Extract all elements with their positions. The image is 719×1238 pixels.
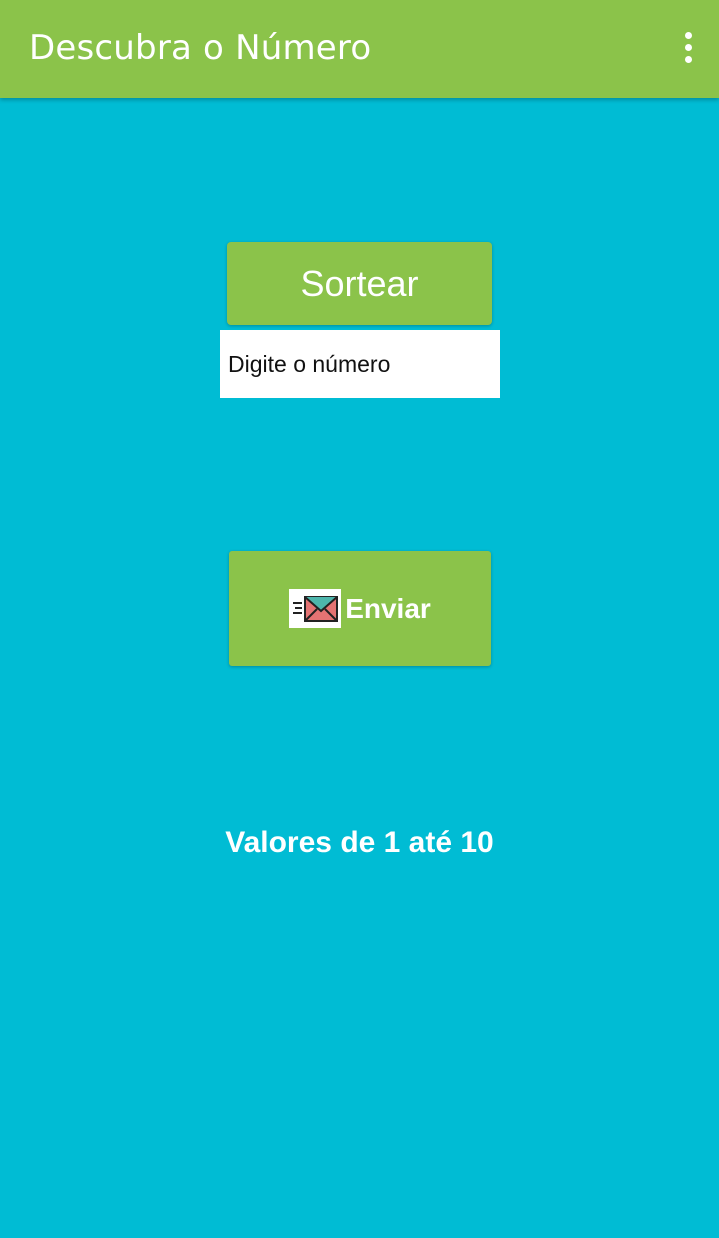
app-bar: Descubra o Número xyxy=(0,0,719,98)
send-mail-icon xyxy=(289,589,342,628)
app-title: Descubra o Número xyxy=(29,28,372,68)
menu-dot xyxy=(684,56,692,63)
menu-dot xyxy=(684,44,692,51)
sortear-button-label: Sortear xyxy=(300,262,419,304)
sortear-button[interactable]: Sortear xyxy=(227,242,492,325)
enviar-button-label: Enviar xyxy=(345,592,431,624)
more-vert-icon[interactable] xyxy=(680,32,696,66)
menu-dot xyxy=(684,32,692,39)
enviar-button[interactable]: Enviar xyxy=(229,551,491,666)
number-input[interactable]: Digite o número xyxy=(220,330,500,398)
number-input-placeholder: Digite o número xyxy=(228,350,391,377)
range-info-text: Valores de 1 até 10 xyxy=(225,826,494,859)
